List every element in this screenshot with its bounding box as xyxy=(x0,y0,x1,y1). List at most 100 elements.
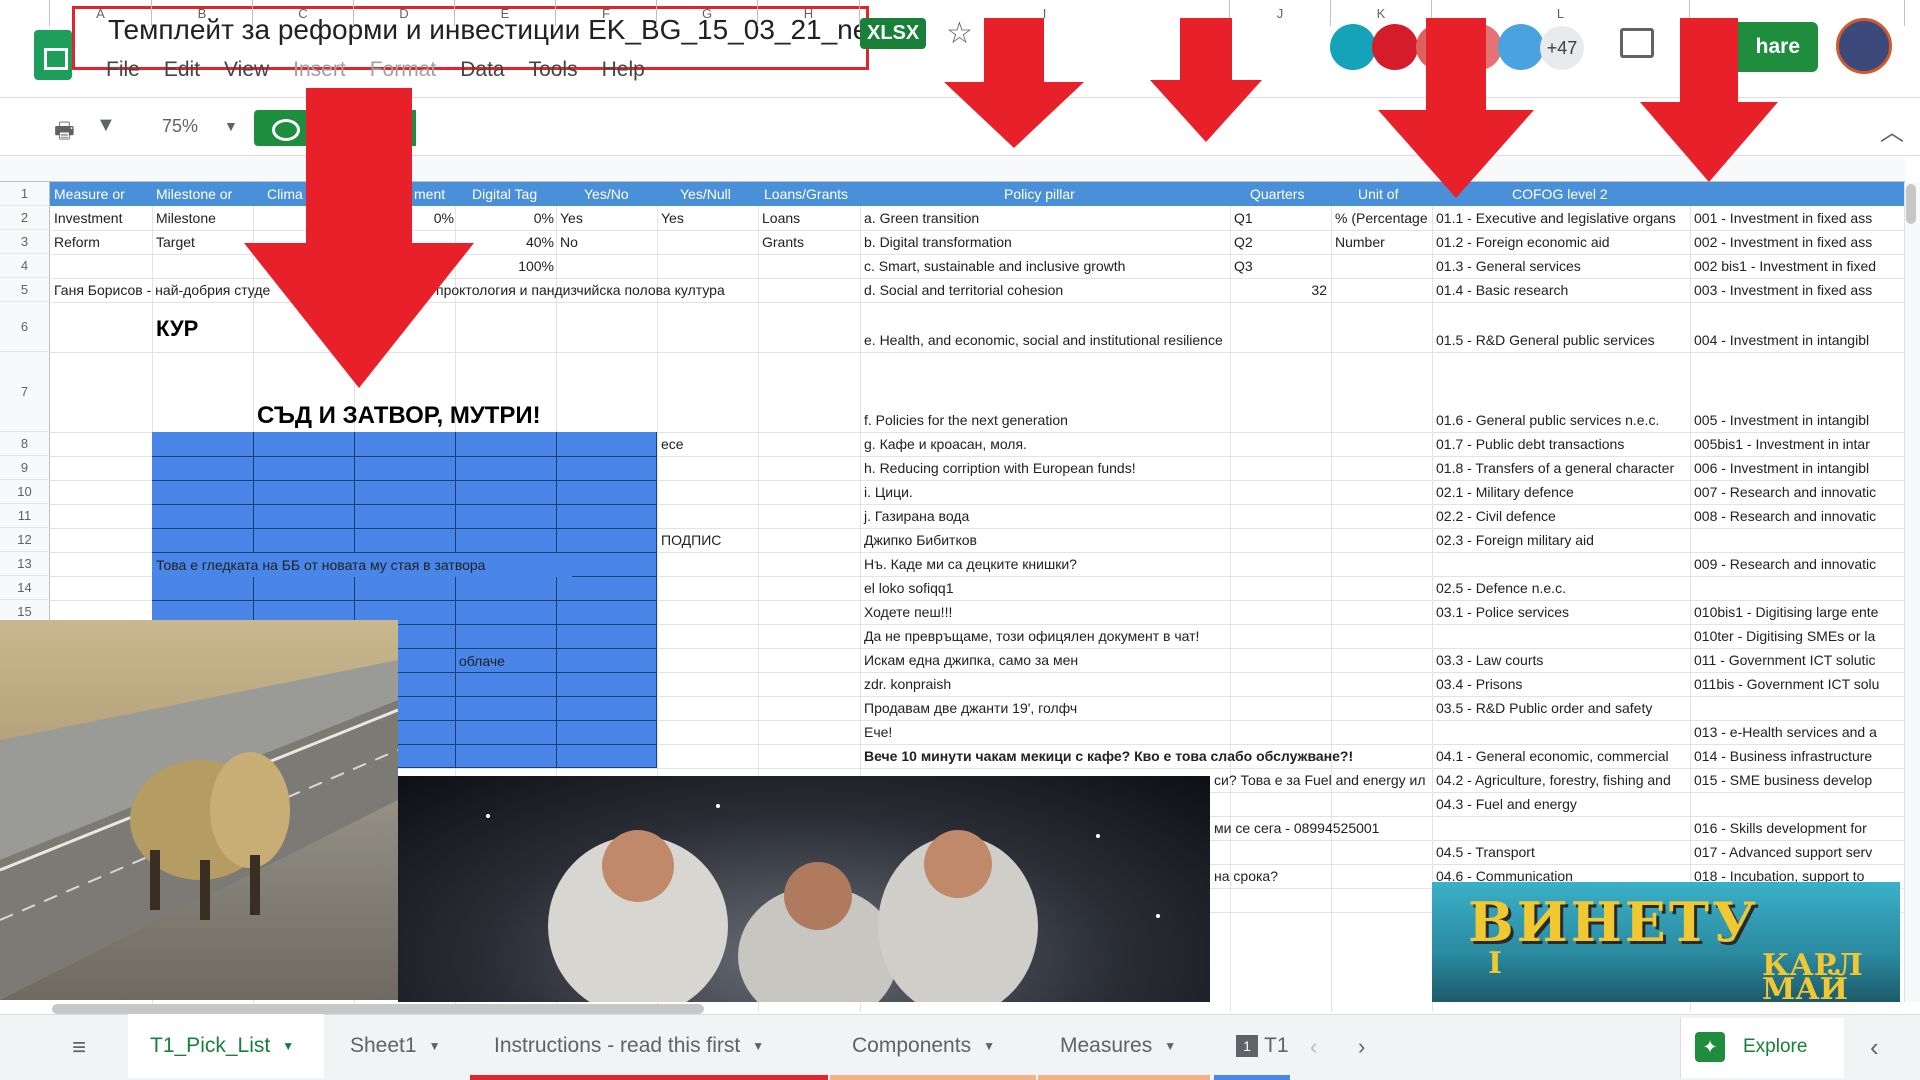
row-header[interactable]: 6 xyxy=(0,302,50,352)
policy-pillar-cell[interactable]: zdr. konpraish xyxy=(860,672,1230,696)
cell-b13[interactable]: Това е гледката на ББ от новата му стая … xyxy=(152,553,572,577)
row-header[interactable]: 10 xyxy=(0,480,50,504)
policy-pillar-cell[interactable]: f. Policies for the next generation xyxy=(860,408,1230,432)
investment-cell[interactable]: 015 - SME business develop xyxy=(1690,768,1904,792)
cell-i1[interactable]: Policy pillar xyxy=(1000,182,1200,206)
menu-data[interactable]: Data xyxy=(460,58,504,82)
cell-e4[interactable]: 100% xyxy=(500,254,554,278)
cofog-cell[interactable]: 04.1 - General economic, commercial xyxy=(1432,744,1690,768)
column-header-b[interactable]: B xyxy=(152,0,253,26)
policy-pillar-cell[interactable]: Вече 10 минути чакам мекици с кафе? Кво … xyxy=(860,744,1420,768)
policy-pillar-cell[interactable]: c. Smart, sustainable and inclusive grow… xyxy=(860,254,1230,278)
filter-icon[interactable]: ▼ xyxy=(96,114,116,137)
cell-d5[interactable]: проктология и пандизчийска полова култур… xyxy=(432,278,758,302)
policy-pillar-cell[interactable]: Нъ. Каде ми са децките книшки? xyxy=(860,552,1230,576)
cofog-cell[interactable]: 01.2 - Foreign economic aid xyxy=(1432,230,1690,254)
cofog-cell[interactable]: 03.5 - R&D Public order and safety xyxy=(1432,696,1690,720)
cell-k2[interactable]: % (Percentage xyxy=(1331,206,1432,230)
column-header-f[interactable]: F xyxy=(556,0,657,26)
cofog-cell[interactable]: 01.7 - Public debt transactions xyxy=(1432,432,1690,456)
menu-help[interactable]: Help xyxy=(602,58,645,82)
cofog-cell[interactable]: 04.5 - Transport xyxy=(1432,840,1690,864)
investment-cell[interactable]: 007 - Research and innovatic xyxy=(1690,480,1904,504)
menu-view[interactable]: View xyxy=(224,58,269,82)
cell-g8[interactable]: есе xyxy=(657,432,758,456)
collapse-toolbar-icon[interactable]: ︿ xyxy=(1880,112,1904,147)
policy-pillar-cell[interactable]: Да не превръщаме, този офицялен документ… xyxy=(860,624,1230,648)
row-header[interactable]: 9 xyxy=(0,456,50,480)
explore-button[interactable]: ✦ Explore xyxy=(1680,1018,1844,1078)
row-header[interactable]: 7 xyxy=(0,352,50,432)
cell-j4[interactable]: Q3 xyxy=(1230,254,1331,278)
investment-cell[interactable]: 009 - Research and innovatic xyxy=(1690,552,1904,576)
cell-g12[interactable]: ПОДПИС xyxy=(657,528,758,552)
menu-tools[interactable]: Tools xyxy=(529,58,578,82)
cofog-cell[interactable]: 02.5 - Defence n.e.c. xyxy=(1432,576,1690,600)
account-avatar[interactable] xyxy=(1836,18,1892,74)
chevron-down-icon[interactable]: ▼ xyxy=(1164,1039,1176,1053)
menu-insert[interactable]: Insert xyxy=(293,58,346,82)
cell-e3[interactable]: 40% xyxy=(500,230,554,254)
investment-cell[interactable]: 010bis1 - Digitising large ente xyxy=(1690,600,1904,624)
policy-pillar-cell[interactable]: си? Това е за Fuel and energy ил xyxy=(1210,768,1432,792)
cofog-cell[interactable]: 01.6 - General public services n.e.c. xyxy=(1432,408,1690,432)
investment-cell[interactable]: 005bis1 - Investment in intar xyxy=(1690,432,1904,456)
cell-j2[interactable]: Q1 xyxy=(1230,206,1331,230)
row-header[interactable]: 5 xyxy=(0,278,50,302)
policy-pillar-cell[interactable]: ми се сега - 08994525001 xyxy=(1210,816,1432,840)
tab-components[interactable]: Components ▼ xyxy=(830,1014,1034,1078)
investment-cell[interactable]: 013 - e-Health services and a xyxy=(1690,720,1904,744)
cofog-cell[interactable]: 01.3 - General services xyxy=(1432,254,1690,278)
cell-a3[interactable]: Reform xyxy=(50,230,152,254)
cell-f3[interactable]: No xyxy=(556,230,657,254)
investment-cell[interactable]: 002 - Investment in fixed ass xyxy=(1690,230,1904,254)
scroll-tabs-left-icon[interactable]: ‹ xyxy=(1310,1034,1317,1060)
policy-pillar-cell[interactable]: j. Газирана вода xyxy=(860,504,1230,528)
row-header[interactable]: 2 xyxy=(0,206,50,230)
cofog-cell[interactable]: 03.4 - Prisons xyxy=(1432,672,1690,696)
horizontal-scroll-thumb[interactable] xyxy=(52,1004,704,1014)
cofog-cell[interactable]: 04.2 - Agriculture, forestry, fishing an… xyxy=(1432,768,1690,792)
menu-edit[interactable]: Edit xyxy=(164,58,200,82)
investment-cell[interactable]: 010ter - Digitising SMEs or la xyxy=(1690,624,1904,648)
policy-pillar-cell[interactable]: Искам една джипка, само за мен xyxy=(860,648,1230,672)
cofog-cell[interactable]: 03.1 - Police services xyxy=(1432,600,1690,624)
investment-cell[interactable]: 017 - Advanced support serv xyxy=(1690,840,1904,864)
cell-j3[interactable]: Q2 xyxy=(1230,230,1331,254)
cell-l1[interactable]: COFOG level 2 xyxy=(1508,182,1688,206)
investment-cell[interactable]: 002 bis1 - Investment in fixed xyxy=(1690,254,1904,278)
policy-pillar-cell[interactable]: d. Social and territorial cohesion xyxy=(860,278,1230,302)
print-icon[interactable]: 🖶 xyxy=(54,114,75,152)
investment-cell[interactable]: 011bis - Government ICT solu xyxy=(1690,672,1904,696)
cofog-cell[interactable]: 02.1 - Military defence xyxy=(1432,480,1690,504)
more-collaborators-badge[interactable]: +47 xyxy=(1540,26,1584,70)
collaborator-avatar[interactable] xyxy=(1330,24,1376,70)
investment-cell[interactable]: 011 - Government ICT solutic xyxy=(1690,648,1904,672)
cell-g2[interactable]: Yes xyxy=(657,206,758,230)
menu-format[interactable]: Format xyxy=(370,58,437,82)
policy-pillar-cell[interactable]: Ходете пеш!!! xyxy=(860,600,1230,624)
cell-f2[interactable]: Yes xyxy=(556,206,657,230)
column-header-a[interactable]: A xyxy=(50,0,152,26)
cell-j5[interactable]: 32 xyxy=(1230,278,1327,302)
cofog-cell[interactable]: 04.3 - Fuel and energy xyxy=(1432,792,1690,816)
policy-pillar-cell[interactable]: e. Health, and economic, social and inst… xyxy=(860,328,1270,352)
cell-e1[interactable]: Digital Tag xyxy=(468,182,555,206)
cofog-cell[interactable]: 03.3 - Law courts xyxy=(1432,648,1690,672)
investment-cell[interactable]: 014 - Business infrastructure xyxy=(1690,744,1904,768)
cofog-cell[interactable]: 01.5 - R&D General public services xyxy=(1432,328,1690,352)
investment-cell[interactable]: 008 - Research and innovatic xyxy=(1690,504,1904,528)
row-header[interactable]: 4 xyxy=(0,254,50,278)
cell-f1[interactable]: Yes/No xyxy=(580,182,656,206)
policy-pillar-cell[interactable]: на срока? xyxy=(1210,864,1432,888)
row-header[interactable]: 3 xyxy=(0,230,50,254)
row-header[interactable]: 11 xyxy=(0,504,50,528)
row-header[interactable]: 14 xyxy=(0,576,50,600)
policy-pillar-cell[interactable]: el loko sofiqq1 xyxy=(860,576,1230,600)
column-header-c[interactable]: C xyxy=(253,0,354,26)
investment-cell[interactable]: 004 - Investment in intangibl xyxy=(1690,328,1904,352)
policy-pillar-cell[interactable]: Ече! xyxy=(860,720,1230,744)
menu-file[interactable]: File xyxy=(106,58,140,82)
cofog-cell[interactable]: 01.4 - Basic research xyxy=(1432,278,1690,302)
cofog-cell[interactable]: 01.8 - Transfers of a general character xyxy=(1432,456,1690,480)
